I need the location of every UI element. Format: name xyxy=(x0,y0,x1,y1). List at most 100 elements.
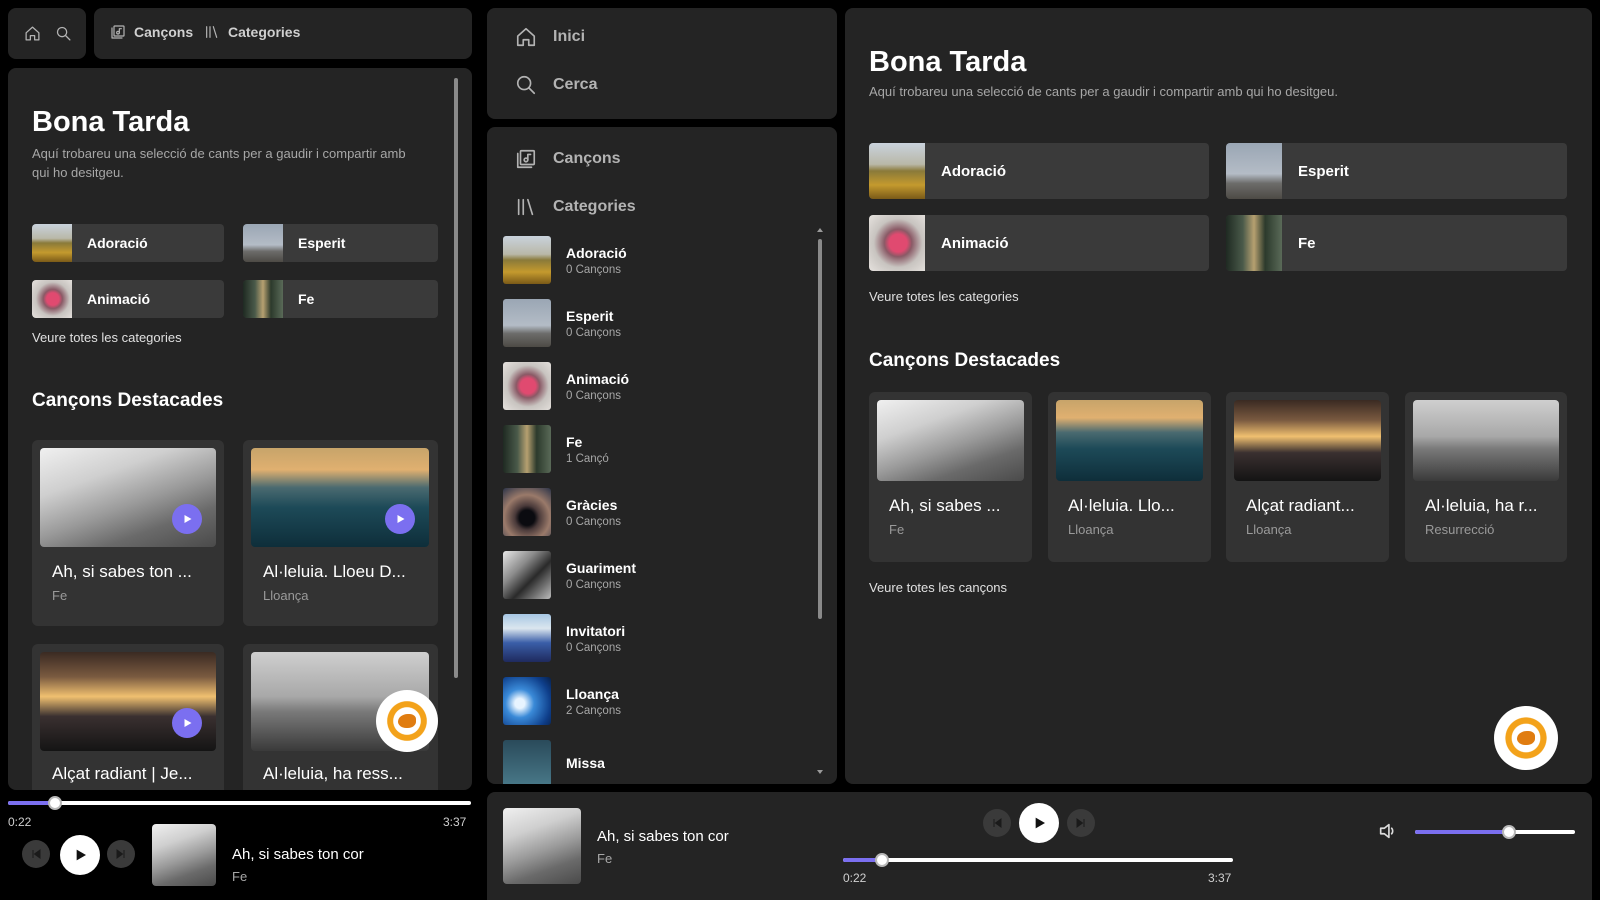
category-count: 0 Cançons xyxy=(566,578,621,591)
now-playing-title: Ah, si sabes ton cor xyxy=(597,828,729,845)
category-count: 0 Cançons xyxy=(566,641,621,654)
category-list-item[interactable]: Invitatori 0 Cançons xyxy=(503,608,803,668)
volume-knob[interactable] xyxy=(1502,825,1516,839)
nav-songs[interactable]: Cançons xyxy=(110,24,193,40)
category-card-esperit[interactable]: Esperit xyxy=(1226,143,1567,199)
category-list-item[interactable]: Gràcies 0 Cançons xyxy=(503,482,803,542)
play-button[interactable] xyxy=(172,708,202,738)
category-thumb xyxy=(503,236,551,284)
skip-back-icon xyxy=(32,849,41,859)
category-card-fe[interactable]: Fe xyxy=(1226,215,1567,271)
category-list-item[interactable]: Missa xyxy=(503,734,803,784)
top-nav-bar: Cançons Categories xyxy=(94,8,472,59)
category-list-item[interactable]: Fe 1 Cançó xyxy=(503,419,803,479)
sidebar-item-songs[interactable]: Cançons xyxy=(515,148,621,170)
song-title: Alçat radiant... xyxy=(1246,496,1355,515)
mobile-main-view: Bona Tarda Aquí trobareu una selecció de… xyxy=(8,68,472,790)
song-category: Lloança xyxy=(263,588,309,603)
see-all-categories-link[interactable]: Veure totes les categories xyxy=(869,289,1019,304)
scrollbar[interactable] xyxy=(818,239,822,619)
song-category: Lloança xyxy=(1246,522,1292,537)
home-icon[interactable] xyxy=(24,25,41,42)
play-icon xyxy=(1035,817,1045,829)
play-pause-button[interactable] xyxy=(1019,803,1059,843)
category-card-esperit[interactable]: Esperit xyxy=(243,224,438,262)
category-thumb xyxy=(503,488,551,536)
progress-knob[interactable] xyxy=(875,853,889,867)
play-button[interactable] xyxy=(385,504,415,534)
elapsed-time: 0:22 xyxy=(8,815,32,829)
category-name: Adoració xyxy=(566,244,627,261)
sidebar-item-label: Inici xyxy=(553,28,586,45)
song-title: Al·leluia, ha ress... xyxy=(263,764,403,783)
category-thumb xyxy=(503,299,551,347)
play-pause-button[interactable] xyxy=(60,835,100,875)
nav-categories-label: Categories xyxy=(228,24,301,40)
see-all-categories-link[interactable]: Veure totes les categories xyxy=(32,330,182,345)
scroll-up-arrow-icon[interactable] xyxy=(817,228,823,232)
category-thumb xyxy=(503,614,551,662)
next-button[interactable] xyxy=(107,840,135,868)
now-playing-title: Ah, si sabes ton cor xyxy=(232,846,364,863)
song-card[interactable]: Al·leluia. Lloeu D... Lloança xyxy=(243,440,438,626)
category-card-animacio[interactable]: Animació xyxy=(32,280,224,318)
song-category: Fe xyxy=(889,522,905,537)
prev-button[interactable] xyxy=(22,840,50,868)
search-icon[interactable] xyxy=(55,25,72,42)
app-logo xyxy=(376,690,438,752)
category-card-label: Adoració xyxy=(87,235,148,251)
play-icon xyxy=(184,515,192,523)
category-count: 0 Cançons xyxy=(566,515,621,528)
see-all-songs-link[interactable]: Veure totes les cançons xyxy=(869,580,1007,595)
category-thumb xyxy=(503,362,551,410)
category-card-fe[interactable]: Fe xyxy=(243,280,438,318)
category-list-item[interactable]: Animació 0 Cançons xyxy=(503,356,803,416)
category-list-item[interactable]: Adoració 0 Cançons xyxy=(503,230,803,290)
category-name: Fe xyxy=(566,433,583,450)
search-icon xyxy=(516,75,536,95)
song-card[interactable]: Ah, si sabes ... Fe xyxy=(869,392,1032,562)
category-thumb xyxy=(503,425,551,473)
next-button[interactable] xyxy=(1067,809,1095,837)
song-card[interactable]: Ah, si sabes ton ... Fe xyxy=(32,440,224,626)
play-icon xyxy=(184,719,192,727)
now-playing-artwork xyxy=(152,824,216,886)
prev-button[interactable] xyxy=(983,809,1011,837)
song-card[interactable]: Alçat radiant... Lloança xyxy=(1226,392,1389,562)
category-list-item[interactable]: Esperit 0 Cançons xyxy=(503,293,803,353)
total-time: 3:37 xyxy=(1208,871,1232,885)
skip-back-icon xyxy=(993,818,1002,828)
category-name: Animació xyxy=(566,370,630,387)
scroll-down-arrow-icon[interactable] xyxy=(817,770,823,774)
progress-knob[interactable] xyxy=(48,796,62,810)
scrollbar[interactable] xyxy=(454,78,458,678)
category-list-item[interactable]: Lloança 2 Cançons xyxy=(503,671,803,731)
song-card[interactable]: Al·leluia. Llo... Lloança xyxy=(1048,392,1211,562)
song-card[interactable]: Al·leluia, ha r... Resurrecció xyxy=(1405,392,1567,562)
nav-categories[interactable]: Categories xyxy=(204,24,300,40)
category-thumb xyxy=(1226,143,1282,199)
now-playing-artwork xyxy=(503,808,581,884)
category-card-adoracio[interactable]: Adoració xyxy=(32,224,224,262)
sidebar-item-search[interactable]: Cerca xyxy=(515,74,597,96)
song-artwork xyxy=(877,400,1024,481)
songs-icon xyxy=(111,25,125,39)
play-button[interactable] xyxy=(172,504,202,534)
category-card-animacio[interactable]: Animació xyxy=(869,215,1209,271)
category-thumb xyxy=(869,143,925,199)
top-icon-bar xyxy=(8,8,86,59)
volume-icon[interactable] xyxy=(1377,820,1399,842)
sidebar-nav: Inici Cerca xyxy=(487,8,837,119)
category-count: 2 Cançons xyxy=(566,704,621,717)
song-title: Ah, si sabes ... xyxy=(889,496,1001,515)
page-intro: Aquí trobareu una selecció de cants per … xyxy=(32,146,406,180)
sidebar-item-categories[interactable]: Categories xyxy=(515,196,636,218)
song-card[interactable]: Alçat radiant | Je... xyxy=(32,644,224,790)
page-intro: Aquí trobareu una selecció de cants per … xyxy=(869,84,1338,99)
category-name: Lloança xyxy=(566,685,619,702)
category-list-item[interactable]: Guariment 0 Cançons xyxy=(503,545,803,605)
sidebar-item-label: Cerca xyxy=(553,76,598,93)
category-card-adoracio[interactable]: Adoració xyxy=(869,143,1209,199)
main-view: Bona Tarda Aquí trobareu una selecció de… xyxy=(845,8,1592,784)
sidebar-item-home[interactable]: Inici xyxy=(515,26,585,48)
